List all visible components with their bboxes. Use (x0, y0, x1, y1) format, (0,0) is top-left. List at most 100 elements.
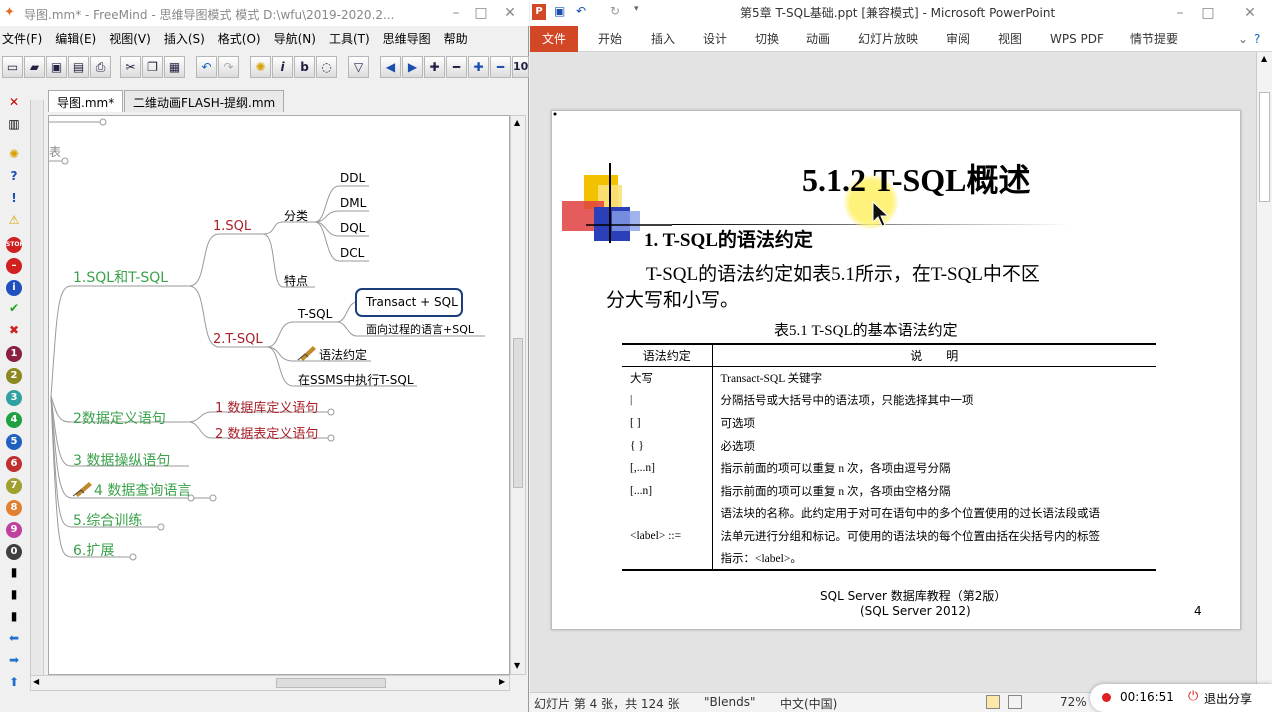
back-arrow-icon[interactable]: ◀ (380, 56, 401, 78)
power-icon[interactable]: ⏻ (1188, 689, 1198, 704)
tab-insert[interactable]: 插入 (651, 26, 675, 52)
cut-icon[interactable]: ✂ (120, 56, 141, 78)
quick-undo-icon[interactable]: ↶ (576, 4, 586, 18)
slide-scroll-thumb[interactable] (1259, 92, 1270, 202)
horizontal-scroll-thumb[interactable] (276, 678, 386, 688)
menu-mindmap[interactable]: 思维导图 (383, 28, 431, 50)
scroll-right-icon[interactable]: ▶ (499, 677, 505, 686)
node-practice[interactable]: 5.综合训练 (73, 510, 142, 530)
undo-icon[interactable]: ↶ (196, 56, 217, 78)
tab-transitions[interactable]: 切换 (755, 26, 779, 52)
node-query-language[interactable]: 4 数据查询语言 (94, 480, 191, 500)
menu-file[interactable]: 文件(F) (2, 28, 42, 50)
node-sql-and-tsql[interactable]: 1.SQL和T-SQL (73, 267, 168, 287)
ppt-maximize-icon[interactable]: □ (1198, 4, 1218, 22)
tab-storyboard[interactable]: 情节提要 (1130, 26, 1178, 52)
tab-flash-outline[interactable]: 二维动画FLASH-提纲.mm (124, 90, 285, 112)
lightbulb-icon[interactable]: ✺ (250, 56, 271, 78)
forward-arrow-icon[interactable]: ▶ (402, 56, 423, 78)
tab-design[interactable]: 设计 (703, 26, 727, 52)
expand-plus-icon[interactable]: ✚ (424, 56, 445, 78)
help-icon[interactable]: ? (1254, 26, 1260, 52)
note-bubble-icon[interactable]: ◌ (316, 56, 337, 78)
redo-icon[interactable]: ↷ (218, 56, 239, 78)
node-features[interactable]: 特点 (284, 272, 308, 289)
menu-insert[interactable]: 插入(S) (164, 28, 205, 50)
node-tsql[interactable]: T-SQL (298, 307, 332, 321)
mindmap-vertical-scrollbar[interactable]: ▲ ▼ (510, 115, 526, 675)
quick-save-icon[interactable]: ▣ (554, 4, 565, 18)
traffic-light-red-icon[interactable]: ▮ (3, 562, 25, 582)
filter-icon[interactable]: ▽ (348, 56, 369, 78)
priority-0-icon[interactable]: 0 (3, 540, 25, 560)
node-sql[interactable]: 1.SQL (213, 219, 251, 234)
zoom-field[interactable]: 100 (512, 56, 529, 78)
node-ddl-statements[interactable]: 2数据定义语句 (73, 408, 166, 428)
minimize-icon[interactable]: – (446, 4, 466, 22)
mindmap-horizontal-scrollbar[interactable]: ◀ ▶ (30, 675, 510, 691)
arrow-up-icon[interactable]: ⬆ (3, 672, 25, 692)
info-icon[interactable]: i (3, 276, 25, 296)
ppt-minimize-icon[interactable]: – (1170, 4, 1190, 22)
mindmap-canvas[interactable]: 表 1.SQL和T-SQL 1.SQL 分类 DDL DML DQL DCL 特… (48, 115, 510, 675)
panel-splitter[interactable] (30, 100, 44, 675)
collapse-minus-icon[interactable]: ━ (446, 56, 467, 78)
ribbon-collapse-icon[interactable]: ⌄ (1238, 26, 1248, 52)
priority-8-icon[interactable]: 8 (3, 496, 25, 516)
traffic-light-green-icon[interactable]: ▮ (3, 606, 25, 626)
italic-icon[interactable]: i (272, 56, 293, 78)
question-icon[interactable]: ? (3, 166, 25, 186)
scroll-up-icon[interactable]: ▲ (514, 118, 520, 127)
node-procedural-sql[interactable]: 面向过程的语言+SQL (366, 321, 474, 337)
priority-1-icon[interactable]: 1 (3, 342, 25, 362)
no-entry-icon[interactable]: – (3, 254, 25, 274)
close-icon[interactable]: ✕ (500, 4, 520, 22)
priority-5-icon[interactable]: 5 (3, 430, 25, 450)
tab-wps-pdf[interactable]: WPS PDF (1050, 26, 1104, 52)
remove-icon[interactable]: ✕ (3, 92, 25, 112)
traffic-light-yellow-icon[interactable]: ▮ (3, 584, 25, 604)
priority-2-icon[interactable]: 2 (3, 364, 25, 384)
tab-view[interactable]: 视图 (998, 26, 1022, 52)
tab-home[interactable]: 开始 (598, 26, 622, 52)
slide-vertical-scrollbar[interactable]: ▲ (1256, 52, 1272, 692)
save-as-icon[interactable]: ▤ (68, 56, 89, 78)
menu-edit[interactable]: 编辑(E) (55, 28, 96, 50)
node-run-in-ssms[interactable]: 在SSMS中执行T-SQL (298, 371, 414, 388)
save-icon[interactable]: ▣ (46, 56, 67, 78)
idea-icon[interactable]: ✺ (3, 144, 25, 164)
open-folder-icon[interactable]: ▰ (24, 56, 45, 78)
node-transact-sql[interactable]: Transact + SQL (366, 295, 458, 309)
priority-3-icon[interactable]: 3 (3, 386, 25, 406)
slide-sorter-icon[interactable] (1008, 695, 1022, 709)
node-extension[interactable]: 6.扩展 (73, 540, 114, 560)
node-dml[interactable]: DML (340, 196, 366, 210)
exclamation-icon[interactable]: ! (3, 188, 25, 208)
slide-scroll-up-icon[interactable]: ▲ (1261, 54, 1267, 63)
tab-mindmap[interactable]: 导图.mm* (48, 90, 124, 112)
menu-help[interactable]: 帮助 (444, 28, 468, 50)
scroll-down-icon[interactable]: ▼ (514, 661, 520, 670)
priority-9-icon[interactable]: 9 (3, 518, 25, 538)
node-dml-statements[interactable]: 3 数据操纵语句 (73, 450, 170, 470)
vertical-scroll-thumb[interactable] (513, 338, 523, 488)
partial-node[interactable]: 表 (49, 143, 61, 160)
copy-icon[interactable]: ❐ (142, 56, 163, 78)
node-tsql-branch[interactable]: 2.T-SQL (213, 332, 263, 347)
print-icon[interactable]: ⎙ (90, 56, 111, 78)
menu-view[interactable]: 视图(V) (109, 28, 151, 50)
tab-slideshow[interactable]: 幻灯片放映 (858, 26, 918, 52)
new-file-icon[interactable]: ▭ (2, 56, 23, 78)
ppt-close-icon[interactable]: ✕ (1240, 4, 1260, 22)
maximize-icon[interactable]: □ (471, 4, 491, 22)
checkmark-icon[interactable]: ✔ (3, 298, 25, 318)
cross-icon[interactable]: ✖ (3, 320, 25, 340)
normal-view-icon[interactable] (986, 695, 1000, 709)
tab-animations[interactable]: 动画 (806, 26, 830, 52)
node-ddl[interactable]: DDL (340, 171, 365, 185)
slide-canvas[interactable]: 5.1.2 T-SQL概述 1. T-SQL的语法约定 T-SQL的语法约定如表… (551, 110, 1241, 630)
menu-navigate[interactable]: 导航(N) (274, 28, 316, 50)
paste-icon[interactable]: ▦ (164, 56, 185, 78)
node-table-definition[interactable]: 2 数据表定义语句 (215, 423, 318, 442)
node-dql[interactable]: DQL (340, 221, 365, 235)
